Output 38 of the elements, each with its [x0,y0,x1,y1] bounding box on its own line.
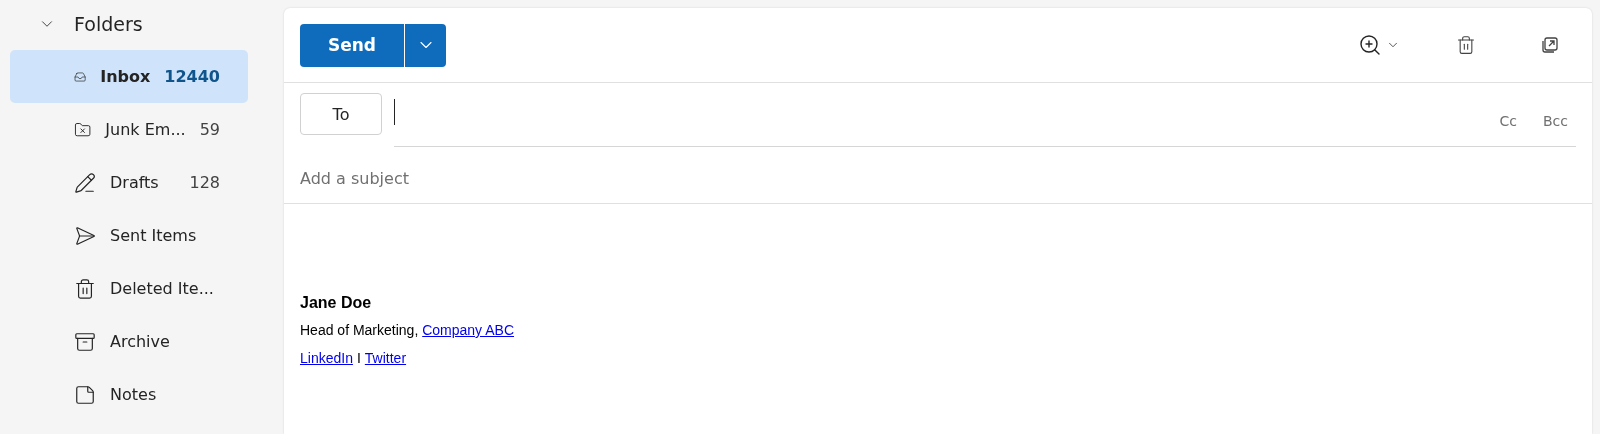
send-button[interactable]: Send [300,23,404,67]
unread-count: 12440 [164,67,220,86]
folder-label: Junk Em... [105,120,186,139]
trash-icon [74,277,96,300]
folder-item[interactable]: Notes [10,368,248,421]
bcc-link[interactable]: Bcc [1543,113,1568,129]
folder-label: Deleted Ite... [110,279,215,298]
folder-item[interactable]: Archive [10,315,248,368]
folder-label: Notes [110,385,158,404]
trash-icon [1456,35,1476,55]
signature-title: Head of Marketing, Company ABC [300,322,515,338]
to-button[interactable]: To [300,93,382,135]
folder-label: Sent Items [110,226,198,245]
cc-link[interactable]: Cc [1499,113,1517,129]
send-options-button[interactable] [404,23,446,67]
pencil-icon [74,171,96,194]
social-link[interactable]: Twitter [364,350,407,366]
archive-icon [74,330,96,353]
separator: I [356,350,361,366]
to-field[interactable]: Cc Bcc [394,93,1576,147]
folder-label: Archive [110,332,171,351]
folders-header: Folders [74,13,143,35]
company-link[interactable]: Company ABC [422,322,514,338]
popout-icon [1540,35,1560,55]
unread-count: 59 [199,120,220,139]
folder-label: Inbox [100,67,151,86]
note-icon [74,383,96,406]
folder-item[interactable]: Junk Em... 59 [10,103,248,156]
signature-name: Jane Doe [300,294,373,312]
unread-count: 128 [189,173,220,192]
social-link[interactable]: LinkedIn [300,350,353,366]
zoom-in-icon [1358,33,1382,57]
folder-label: Drafts [110,173,160,192]
send-icon [74,224,96,247]
folder-item[interactable]: Deleted Ite... [10,262,248,315]
folder-item[interactable]: Inbox 12440 [10,50,248,103]
folder-item[interactable]: Sent Items [10,209,248,262]
folder-item[interactable]: Drafts 128 [10,156,248,209]
